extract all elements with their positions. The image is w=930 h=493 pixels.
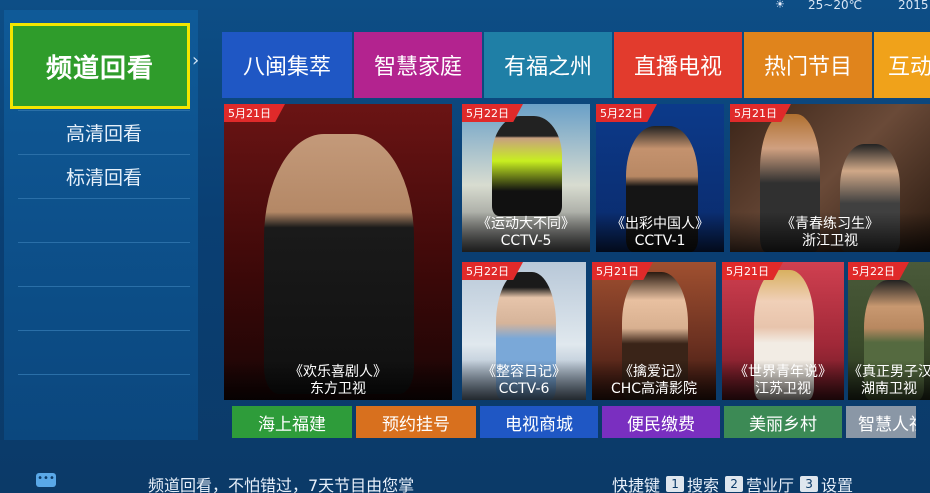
menu-empty-row (18, 374, 190, 418)
tab-smart-home[interactable]: 智慧家庭 (354, 32, 482, 98)
status-bar: ••• 频道回看，不怕错过，7天节目由您掌 快捷键 1 搜索 2 营业厅 3 设… (0, 463, 930, 493)
shortcut-settings[interactable]: 设置 (821, 472, 853, 493)
chevron-right-icon: › (192, 50, 200, 71)
button-beautiful-village[interactable]: 美丽乡村 (724, 406, 842, 438)
shortcut-bar: 快捷键 1 搜索 2 营业厅 3 设置 (612, 472, 853, 493)
tab-live-tv[interactable]: 直播电视 (614, 32, 742, 98)
date-year: 2015 (898, 0, 929, 12)
tile-caption: 《运动大不同》 CCTV-5 (462, 212, 590, 252)
channel-name: 浙江卫视 (802, 233, 858, 249)
tile-caption: 《整容日记》 CCTV-6 (462, 360, 586, 400)
program-title: 《擒爱记》 (619, 364, 689, 380)
status-message: 频道回看，不怕错过，7天节目由您掌 (148, 476, 415, 493)
date-tag: 5月22日 (462, 104, 523, 122)
left-menu: 频道回看 高清回看 标清回看 (4, 10, 198, 440)
channel-name: CHC高清影院 (610, 381, 698, 397)
channel-name: CCTV-6 (498, 381, 550, 397)
program-title: 《整容日记》 (482, 364, 566, 380)
tile-caption: 《欢乐喜剧人》 东方卫视 (224, 360, 452, 400)
tile-caption: 《青春练习生》 浙江卫视 (730, 212, 930, 252)
date-tag: 5月21日 (224, 104, 285, 122)
menu-empty-row (18, 198, 190, 242)
date-tag: 5月21日 (730, 104, 791, 122)
tile-caption: 《真正男子汉》 湖南卫视 (848, 360, 930, 400)
category-tabs: 八闽集萃 智慧家庭 有福之州 直播电视 热门节目 互动 (222, 32, 930, 98)
weather-temperature: 25~20℃ (808, 0, 863, 12)
tab-bamin[interactable]: 八闽集萃 (222, 32, 352, 98)
program-title: 《世界青年说》 (734, 364, 832, 380)
date-tag: 5月21日 (592, 262, 653, 280)
program-title: 《青春练习生》 (781, 216, 879, 232)
shortcut-key: 2 (725, 476, 744, 492)
program-tile[interactable]: 5月21日 《世界青年说》 江苏卫视 (722, 262, 844, 400)
program-tile[interactable]: 5月22日 《真正男子汉》 湖南卫视 (848, 262, 930, 400)
program-tile[interactable]: 5月21日 《擒爱记》 CHC高清影院 (592, 262, 716, 400)
menu-empty-row (18, 286, 190, 330)
program-tile[interactable]: 5月22日 《出彩中国人》 CCTV-1 (596, 104, 724, 252)
tab-hot-shows[interactable]: 热门节目 (744, 32, 872, 98)
program-title: 《真正男子汉》 (848, 364, 930, 380)
channel-name: CCTV-5 (500, 233, 552, 249)
shortcut-label: 快捷键 (612, 476, 661, 493)
button-bill-payment[interactable]: 便民缴费 (602, 406, 720, 438)
button-tv-mall[interactable]: 电视商城 (480, 406, 598, 438)
menu-title-channel-replay[interactable]: 频道回看 (10, 23, 190, 109)
shortcut-service-hall[interactable]: 营业厅 (746, 472, 794, 493)
date-tag: 5月22日 (848, 262, 909, 280)
program-tile[interactable]: 5月22日 《整容日记》 CCTV-6 (462, 262, 586, 400)
channel-name: 江苏卫视 (755, 381, 811, 397)
service-buttons: 海上福建 预约挂号 电视商城 便民缴费 美丽乡村 智慧人社 (232, 406, 920, 438)
menu-item-sd-replay[interactable]: 标清回看 (18, 154, 190, 198)
program-title: 《运动大不同》 (477, 216, 575, 232)
message-icon: ••• (36, 473, 56, 487)
program-title: 《出彩中国人》 (611, 216, 709, 232)
menu-item-hd-replay[interactable]: 高清回看 (18, 110, 190, 154)
shortcut-search[interactable]: 搜索 (687, 472, 719, 493)
tab-interactive[interactable]: 互动 (874, 32, 930, 98)
tab-youfu[interactable]: 有福之州 (484, 32, 612, 98)
date-tag: 5月22日 (596, 104, 657, 122)
shortcut-key: 1 (666, 476, 685, 492)
button-smart-social[interactable]: 智慧人社 (846, 406, 916, 438)
channel-name: 东方卫视 (310, 381, 366, 397)
channel-name: 湖南卫视 (861, 381, 917, 397)
button-haishang-fujian[interactable]: 海上福建 (232, 406, 352, 438)
shortcut-key: 3 (800, 476, 819, 492)
tile-caption: 《世界青年说》 江苏卫视 (722, 360, 844, 400)
program-tile[interactable]: 5月22日 《运动大不同》 CCTV-5 (462, 104, 590, 252)
channel-name: CCTV-1 (634, 233, 686, 249)
menu-empty-row (18, 242, 190, 286)
sun-icon: ☀ (775, 0, 785, 11)
tile-caption: 《擒爱记》 CHC高清影院 (592, 360, 716, 400)
button-appointment[interactable]: 预约挂号 (356, 406, 476, 438)
date-tag: 5月21日 (722, 262, 783, 280)
program-tile[interactable]: 5月21日 《青春练习生》 浙江卫视 (730, 104, 930, 252)
program-title: 《欢乐喜剧人》 (289, 364, 387, 380)
date-tag: 5月22日 (462, 262, 523, 280)
menu-empty-row (18, 330, 190, 374)
program-tile[interactable]: 5月21日 《欢乐喜剧人》 东方卫视 (224, 104, 452, 400)
tile-caption: 《出彩中国人》 CCTV-1 (596, 212, 724, 252)
